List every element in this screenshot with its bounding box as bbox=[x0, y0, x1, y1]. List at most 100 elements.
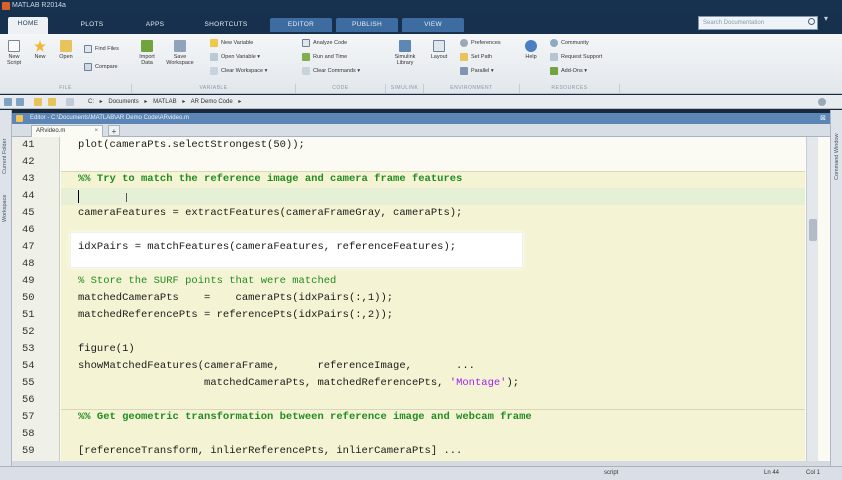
set-path-button[interactable]: Set Path bbox=[460, 52, 492, 62]
run-and-time-button[interactable]: Run and Time bbox=[302, 52, 347, 62]
forward-icon[interactable] bbox=[16, 98, 24, 106]
line-number: 47 bbox=[22, 241, 35, 253]
up-folder-icon[interactable] bbox=[34, 98, 42, 106]
line-number: 51 bbox=[22, 309, 35, 321]
group-file-label: FILE bbox=[0, 84, 132, 93]
code-line[interactable]: 50 matchedCameraPts = cameraPts(idxPairs(… bbox=[12, 290, 812, 307]
line-number: 42 bbox=[22, 156, 35, 168]
code-line[interactable]: 42 bbox=[12, 154, 812, 171]
add-ons-icon bbox=[550, 67, 558, 75]
request-support-button[interactable]: Request Support bbox=[550, 52, 602, 62]
analyze-code-button[interactable]: Analyze Code bbox=[302, 38, 347, 48]
simulink-library-icon bbox=[399, 40, 411, 52]
code-editor[interactable]: 41 plot(cameraPts.selectStrongest(50)); 4… bbox=[12, 137, 830, 461]
save-workspace-button[interactable]: Save Workspace bbox=[164, 40, 196, 66]
code-line[interactable]: 51 matchedReferencePts = referencePts(idx… bbox=[12, 307, 812, 324]
search-documentation-input[interactable]: Search Documentation bbox=[698, 16, 818, 30]
folder-search-icon[interactable] bbox=[818, 98, 826, 106]
editor-close-icon[interactable]: ⊠ bbox=[820, 113, 826, 124]
import-arrow-icon bbox=[141, 40, 153, 52]
find-files-button[interactable]: Find Files bbox=[84, 44, 119, 54]
browse-folder-icon[interactable] bbox=[48, 98, 56, 106]
line-number: 59 bbox=[22, 445, 35, 457]
code-line[interactable]: 59 [referenceTransform, inlierReferencePt… bbox=[12, 443, 812, 460]
code-line[interactable]: 43 %% Try to match the reference image an… bbox=[12, 171, 812, 188]
crumb-ar-demo-code[interactable]: AR Demo Code bbox=[191, 99, 233, 105]
line-number-status: Ln 44 bbox=[764, 470, 780, 476]
parallel-button[interactable]: Parallel ▾ bbox=[460, 66, 494, 76]
code-line[interactable]: 52 bbox=[12, 324, 812, 341]
new-variable-button[interactable]: New Variable bbox=[210, 38, 253, 48]
tab-editor[interactable]: EDITOR bbox=[270, 18, 332, 32]
code-line[interactable]: 53 figure(1) bbox=[12, 341, 812, 358]
crumb-matlab[interactable]: MATLAB bbox=[153, 99, 177, 105]
set-path-icon bbox=[460, 53, 468, 61]
vertical-scrollbar[interactable] bbox=[806, 137, 818, 461]
close-tab-icon[interactable]: × bbox=[94, 126, 98, 137]
current-folder-tab[interactable]: Current Folder bbox=[2, 139, 8, 174]
add-ons-button[interactable]: Add-Ons ▾ bbox=[550, 66, 587, 76]
line-number: 46 bbox=[22, 224, 35, 236]
root-drive-icon bbox=[66, 98, 74, 106]
editor-file-tabs: ARvideo.m × + bbox=[12, 124, 830, 137]
code-line[interactable]: 41 plot(cameraPts.selectStrongest(50)); bbox=[12, 137, 812, 154]
open-button[interactable]: Open bbox=[55, 40, 77, 60]
import-data-button[interactable]: Import Data bbox=[136, 40, 158, 66]
tab-view[interactable]: VIEW bbox=[402, 18, 464, 32]
help-button[interactable]: Help bbox=[522, 40, 540, 60]
line-number: 45 bbox=[22, 207, 35, 219]
clear-workspace-button[interactable]: Clear Workspace ▾ bbox=[210, 66, 267, 76]
code-line[interactable]: 48 bbox=[12, 256, 812, 273]
tab-publish[interactable]: PUBLISH bbox=[336, 18, 398, 32]
line-number: 54 bbox=[22, 360, 35, 372]
tab-plots[interactable]: PLOTS bbox=[66, 18, 118, 32]
compare-button[interactable]: Compare bbox=[84, 62, 118, 72]
new-script-button[interactable]: New Script bbox=[3, 40, 25, 66]
code-line[interactable]: 44 bbox=[12, 188, 812, 205]
back-icon[interactable] bbox=[4, 98, 12, 106]
code-line[interactable]: 54 showMatchedFeatures(cameraFrame, refer… bbox=[12, 358, 812, 375]
crumb-documents[interactable]: Documents bbox=[108, 99, 138, 105]
text-caret bbox=[78, 190, 79, 203]
code-text: showMatchedFeatures(cameraFrame, referen… bbox=[78, 360, 475, 372]
new-button[interactable]: New bbox=[29, 40, 51, 60]
command-window-tab[interactable]: Command Window bbox=[834, 134, 840, 180]
scrollbar-thumb[interactable] bbox=[809, 219, 817, 241]
tab-home[interactable]: HOME bbox=[8, 17, 48, 34]
current-folder-bar: C: ▸ Documents ▸ MATLAB ▸ AR Demo Code ▸ bbox=[0, 95, 842, 109]
community-button[interactable]: Community bbox=[550, 38, 589, 48]
new-variable-icon bbox=[210, 39, 218, 47]
code-line[interactable]: 49 % Store the SURF points that were matc… bbox=[12, 273, 812, 290]
new-tab-button[interactable]: + bbox=[108, 125, 120, 136]
code-text: idxPairs = matchFeatures(cameraFeatures,… bbox=[78, 241, 457, 253]
search-icon[interactable] bbox=[808, 18, 815, 25]
code-line[interactable]: 45 cameraFeatures = extractFeatures(camer… bbox=[12, 205, 812, 222]
editor-title-bar: Editor - C:\Documents\MATLAB\AR Demo Cod… bbox=[12, 113, 830, 124]
open-variable-button[interactable]: Open Variable ▾ bbox=[210, 52, 260, 62]
request-support-icon bbox=[550, 53, 558, 61]
line-number: 52 bbox=[22, 326, 35, 338]
preferences-button[interactable]: Preferences bbox=[460, 38, 501, 48]
crumb-separator: ▸ bbox=[99, 99, 103, 105]
code-line[interactable]: 56 bbox=[12, 392, 812, 409]
code-line-highlighted[interactable]: 47 idxPairs = matchFeatures(cameraFeature… bbox=[12, 239, 812, 256]
breadcrumb[interactable]: C: ▸ Documents ▸ MATLAB ▸ AR Demo Code ▸ bbox=[88, 98, 245, 105]
group-environment-label: ENVIRONMENT bbox=[424, 84, 520, 93]
toolstrip-collapse-icon[interactable]: ▾ bbox=[824, 14, 828, 23]
crumb-drive[interactable]: C: bbox=[88, 99, 94, 105]
group-simulink-label: SIMULINK bbox=[386, 84, 424, 93]
workspace-tab[interactable]: Workspace bbox=[2, 195, 8, 222]
code-text: figure(1) bbox=[78, 343, 135, 355]
tab-apps[interactable]: APPS bbox=[130, 18, 180, 32]
tab-shortcuts[interactable]: SHORTCUTS bbox=[190, 18, 262, 32]
simulink-library-button[interactable]: Simulink Library bbox=[390, 40, 420, 66]
parallel-icon bbox=[460, 67, 468, 75]
file-tab-arvideo[interactable]: ARvideo.m × bbox=[31, 125, 103, 137]
layout-button[interactable]: Layout bbox=[428, 40, 450, 60]
clear-commands-button[interactable]: Clear Commands ▾ bbox=[302, 66, 360, 76]
code-line[interactable]: 57 %% Get geometric transformation betwee… bbox=[12, 409, 812, 426]
code-text: [referenceTransform, inlierReferencePts,… bbox=[78, 445, 463, 457]
code-line[interactable]: 58 bbox=[12, 426, 812, 443]
code-line[interactable]: 55 matchedCameraPts, matchedReferencePts… bbox=[12, 375, 812, 392]
file-type-status: script bbox=[604, 470, 619, 476]
